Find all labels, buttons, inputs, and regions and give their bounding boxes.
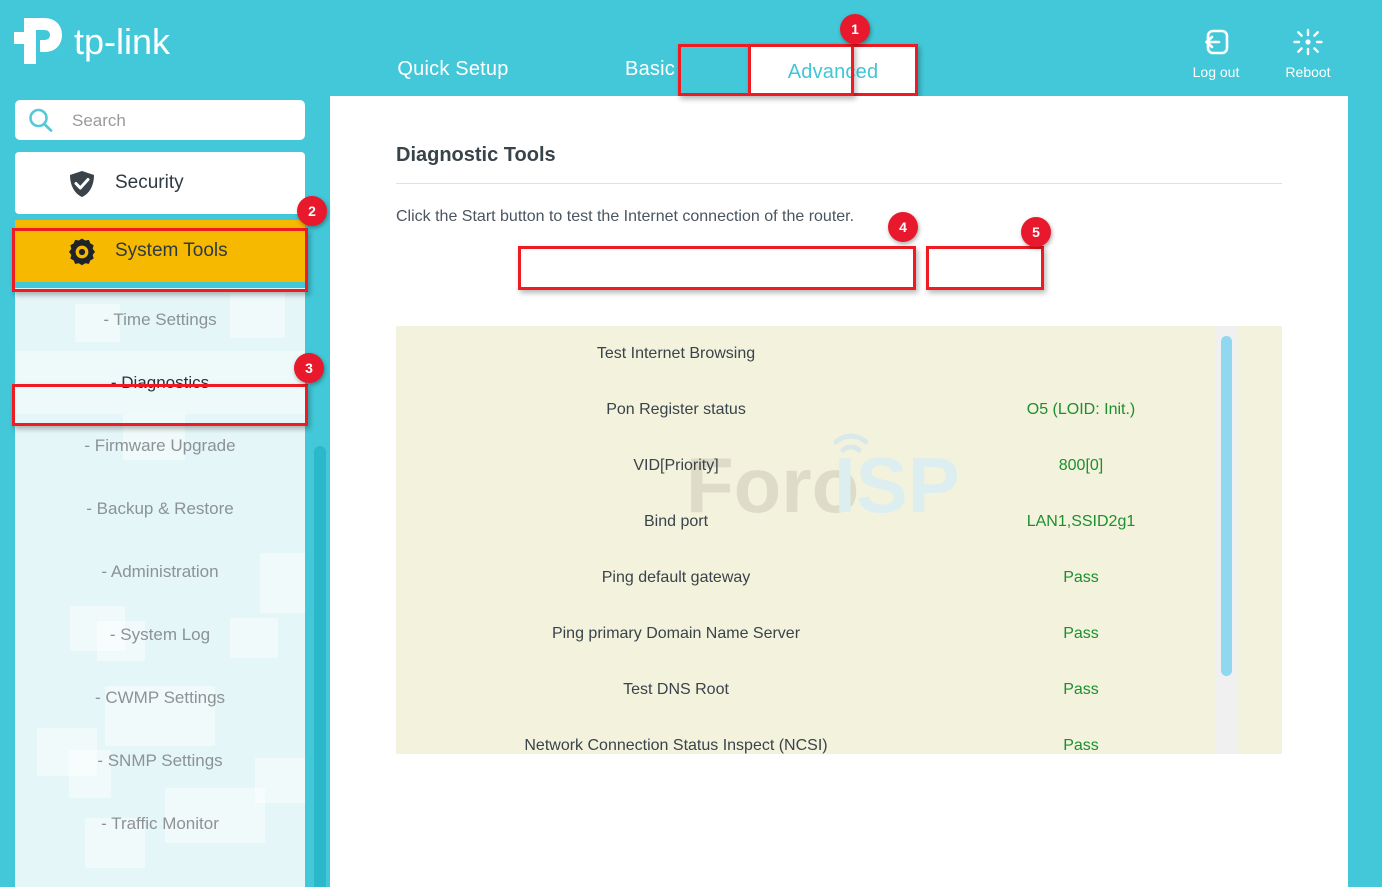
sidebar-subitem-backup-restore[interactable]: - Backup & Restore <box>15 477 305 540</box>
result-value: Pass <box>1063 569 1099 586</box>
results-scrollbar-thumb[interactable] <box>1221 336 1232 676</box>
sidebar-subitem-administration[interactable]: - Administration <box>15 540 305 603</box>
reboot-icon <box>1262 28 1354 58</box>
sidebar-item-system-tools-label: System Tools <box>115 240 228 261</box>
sidebar-subitem-system-log[interactable]: - System Log <box>15 603 305 666</box>
svg-text:tp-link: tp-link <box>74 21 171 62</box>
sidebar-subitem-time-settings[interactable]: - Time Settings <box>15 288 305 351</box>
result-value: Pass <box>1063 625 1099 642</box>
sidebar-sub-nav: - Time Settings - Diagnostics - Firmware… <box>15 288 305 887</box>
annotation-badge-4: 4 <box>888 212 918 242</box>
result-name: Test Internet Browsing <box>596 345 756 362</box>
shield-icon <box>67 169 97 204</box>
result-value: O5 (LOID: Init.) <box>1026 401 1136 418</box>
diagnostic-results-panel: Foro ISP Test Internet Browsing Pon Regi… <box>396 326 1282 754</box>
logout-icon <box>1170 28 1262 58</box>
main-content: Diagnostic Tools Click the Start button … <box>330 96 1348 887</box>
reboot-button[interactable]: Reboot <box>1262 28 1354 80</box>
annotation-badge-2: 2 <box>297 196 327 226</box>
result-name: Test DNS Root <box>623 681 729 698</box>
search-input[interactable] <box>70 100 299 142</box>
result-row: Ping default gateway Pass <box>396 550 1282 606</box>
result-name: Ping default gateway <box>601 569 751 586</box>
result-row: Pon Register status O5 (LOID: Init.) <box>396 382 1282 438</box>
top-header-bar: tp-link Quick Setup Basic Advanced Log o… <box>0 0 1382 96</box>
sidebar-subitem-cwmp-settings[interactable]: - CWMP Settings <box>15 666 305 729</box>
sidebar-item-security[interactable]: Security <box>15 152 305 214</box>
sidebar-subitem-traffic-monitor[interactable]: - Traffic Monitor <box>15 792 305 855</box>
tab-quick-setup[interactable]: Quick Setup <box>348 44 558 96</box>
router-admin-page: tp-link Quick Setup Basic Advanced Log o… <box>0 0 1382 887</box>
sidebar-item-system-tools[interactable]: System Tools <box>15 220 305 282</box>
results-scrollbar[interactable] <box>1216 326 1238 754</box>
header-actions: Log out Reboot <box>1170 28 1354 86</box>
sidebar-item-security-label: Security <box>115 172 184 193</box>
logout-label: Log out <box>1192 64 1240 80</box>
page-title: Diagnostic Tools <box>396 144 556 166</box>
main-navigation-tabs: Quick Setup Basic Advanced <box>330 44 918 96</box>
result-row: Bind port LAN1,SSID2g1 <box>396 494 1282 550</box>
title-divider <box>396 183 1282 184</box>
sidebar-subitem-firmware-upgrade[interactable]: - Firmware Upgrade <box>15 414 305 477</box>
tp-link-logo: tp-link <box>14 12 204 70</box>
result-row: Network Connection Status Inspect (NCSI)… <box>396 718 1282 754</box>
sidebar: Security System Tools <box>0 96 330 887</box>
result-value: 800[0] <box>1058 457 1104 474</box>
result-row: Ping primary Domain Name Server Pass <box>396 606 1282 662</box>
page-description: Click the Start button to test the Inter… <box>396 208 855 225</box>
result-name: Ping primary Domain Name Server <box>551 625 801 642</box>
search-icon <box>27 107 55 138</box>
annotation-badge-5: 5 <box>1021 217 1051 247</box>
result-name: Bind port <box>643 513 709 530</box>
result-row: Test DNS Root Pass <box>396 662 1282 718</box>
gear-icon <box>67 237 97 272</box>
result-name: VID[Priority] <box>633 457 719 474</box>
sidebar-scrollbar[interactable] <box>314 446 326 887</box>
reboot-label: Reboot <box>1285 64 1331 80</box>
tab-basic[interactable]: Basic <box>570 44 730 96</box>
annotation-badge-3: 3 <box>294 353 324 383</box>
result-name: Pon Register status <box>606 401 746 418</box>
sidebar-main-nav: Security System Tools <box>15 152 305 288</box>
tab-advanced[interactable]: Advanced <box>748 44 918 96</box>
sidebar-scrollbar-thumb[interactable] <box>314 446 326 887</box>
sidebar-subitem-snmp-settings[interactable]: - SNMP Settings <box>15 729 305 792</box>
result-name: Network Connection Status Inspect (NCSI) <box>524 737 828 754</box>
result-value: Pass <box>1063 681 1099 698</box>
result-row: Test Internet Browsing <box>396 326 1282 382</box>
result-row: VID[Priority] 800[0] <box>396 438 1282 494</box>
result-value: Pass <box>1063 737 1099 754</box>
result-value <box>956 326 1206 382</box>
annotation-badge-1: 1 <box>840 14 870 44</box>
search-box[interactable] <box>15 100 305 142</box>
sidebar-subitem-diagnostics[interactable]: - Diagnostics <box>15 351 305 414</box>
result-value: LAN1,SSID2g1 <box>1026 513 1136 530</box>
diagnostics-panel: Diagnostic Tools Click the Start button … <box>396 96 1282 226</box>
logout-button[interactable]: Log out <box>1170 28 1262 80</box>
